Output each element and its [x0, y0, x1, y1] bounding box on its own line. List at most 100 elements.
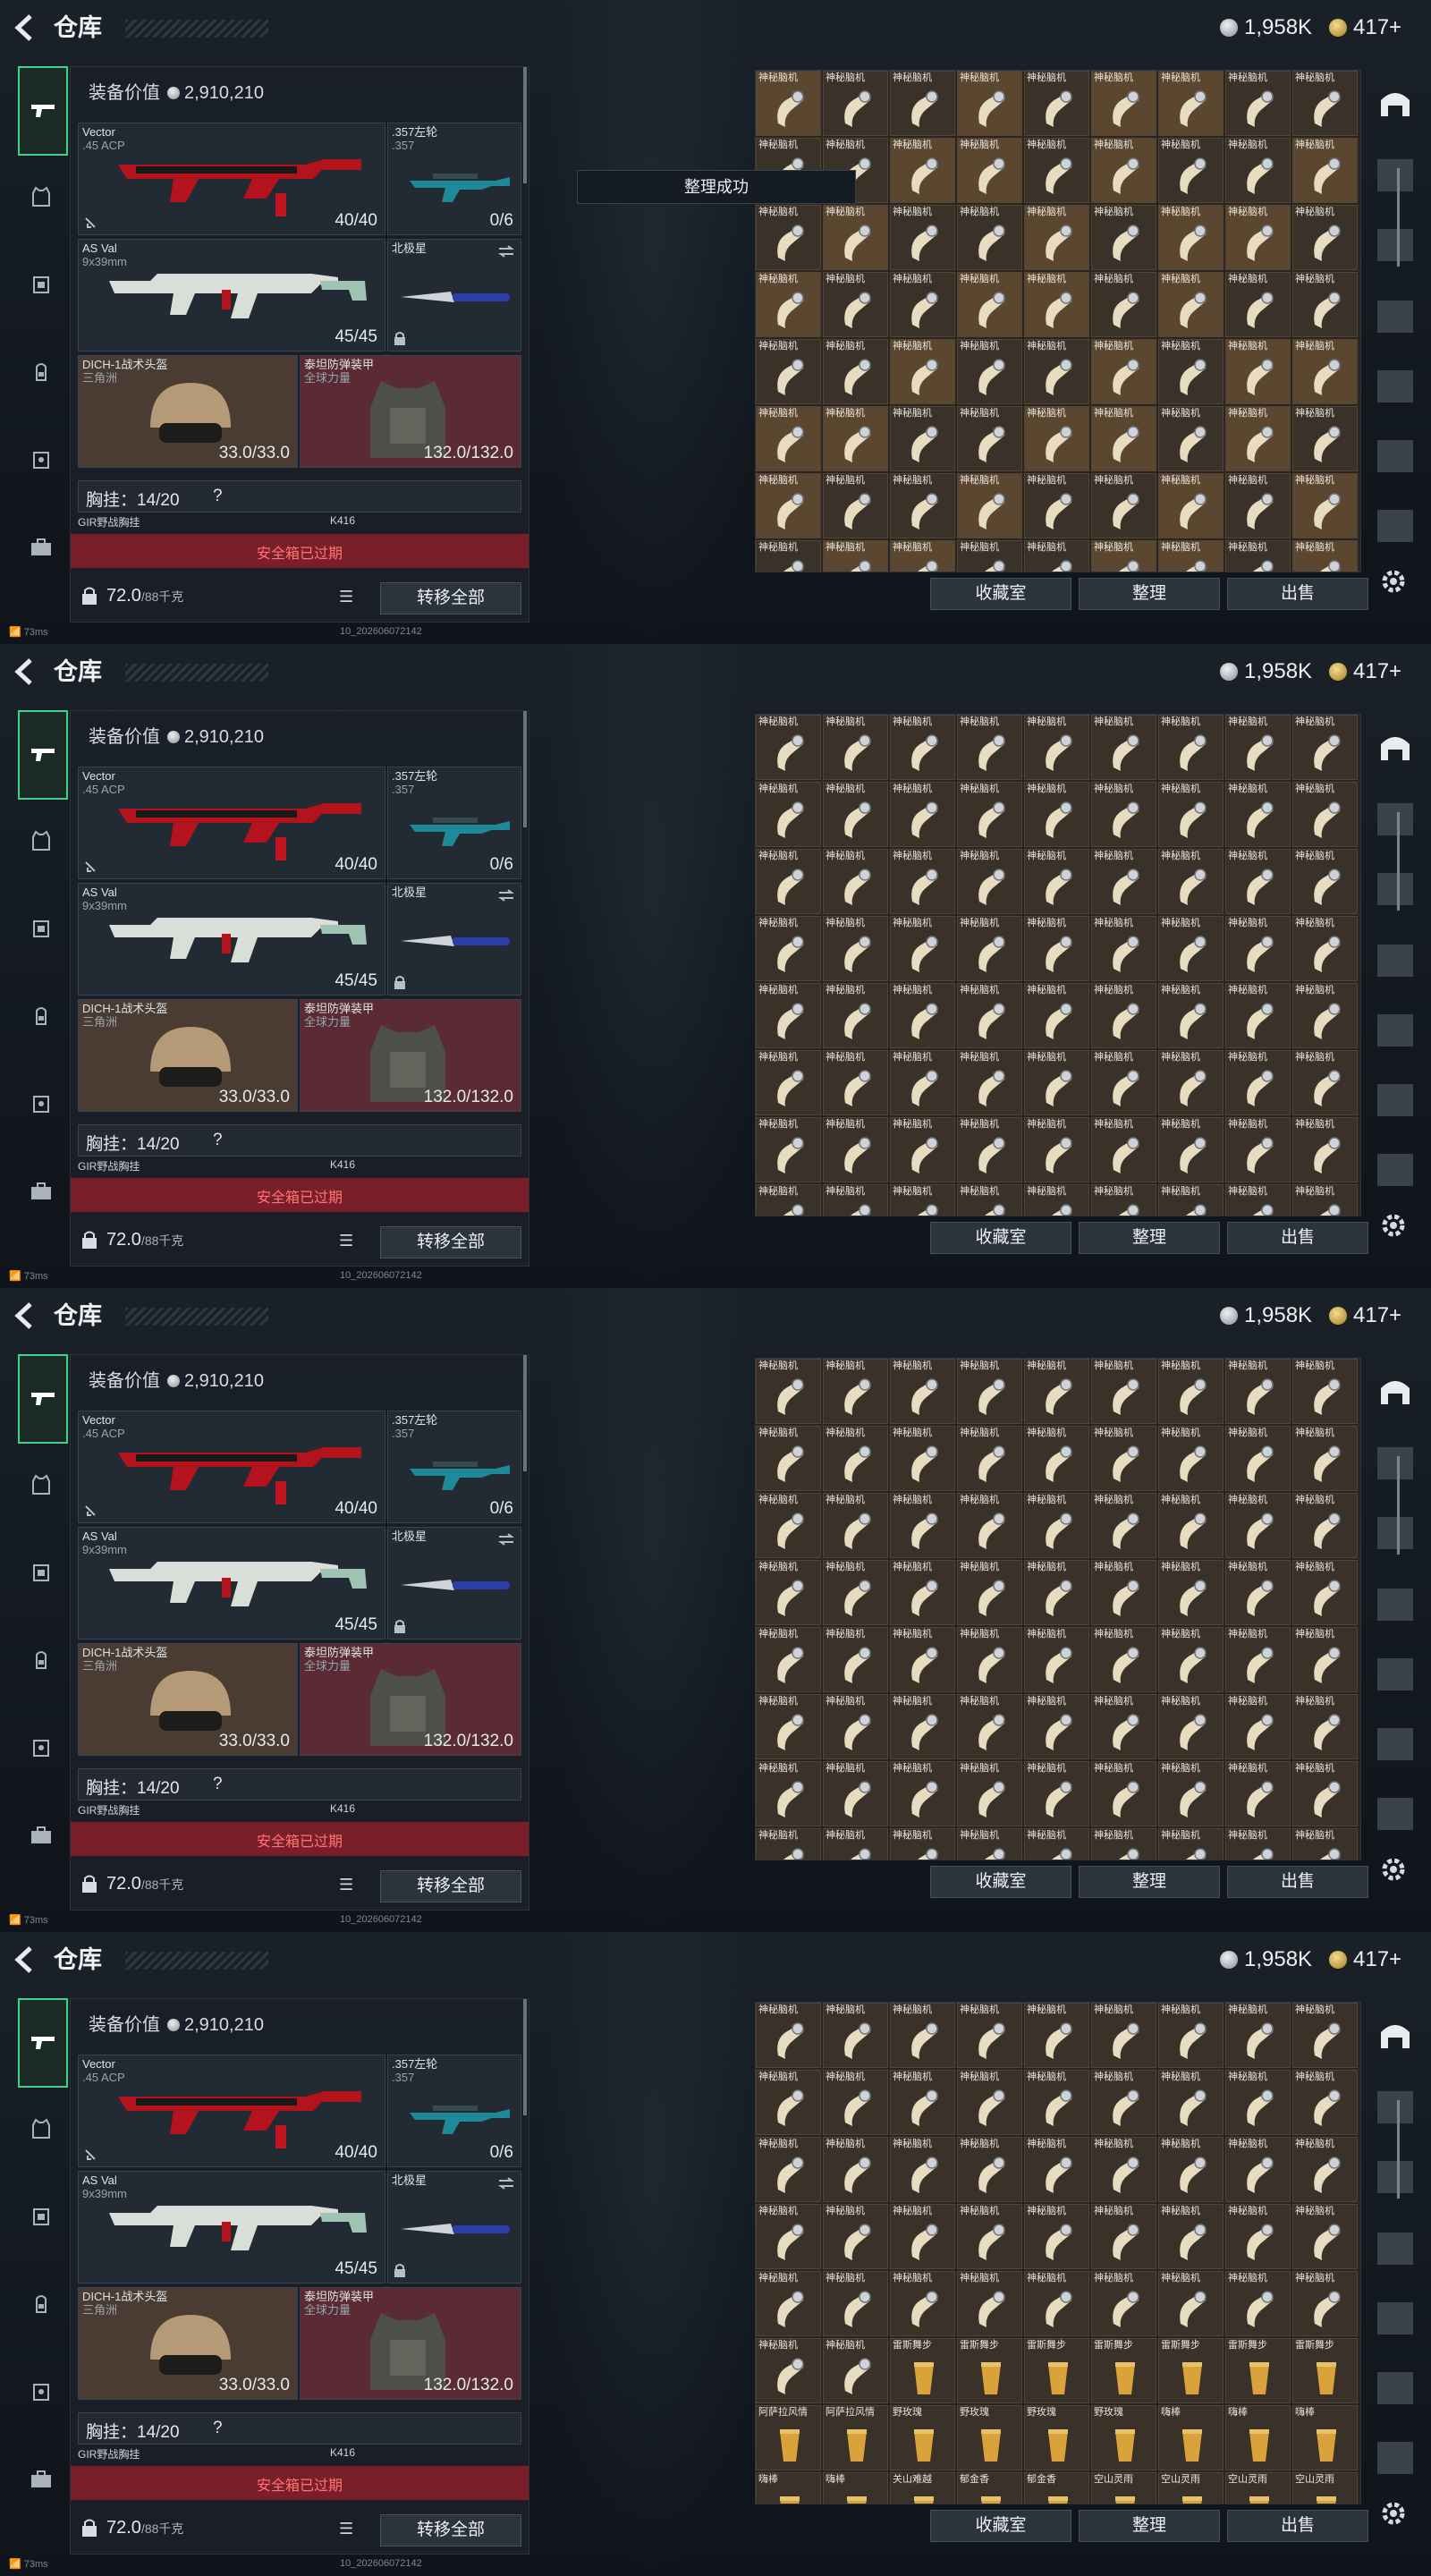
inventory-item[interactable]: 神秘脑机	[1225, 339, 1291, 404]
inventory-item[interactable]: 神秘脑机	[1024, 2137, 1089, 2202]
tab-armor[interactable]	[18, 818, 64, 864]
inventory-item[interactable]: 神秘脑机	[756, 983, 821, 1048]
inventory-item[interactable]: 神秘脑机	[890, 849, 955, 914]
inventory-item[interactable]: 神秘脑机	[823, 1117, 888, 1182]
inventory-item[interactable]: 神秘脑机	[1225, 1828, 1291, 1860]
inventory-item[interactable]: 神秘脑机	[1225, 1694, 1291, 1759]
inventory-item[interactable]: 神秘脑机	[890, 1761, 955, 1826]
inventory-item[interactable]: 神秘脑机	[1024, 138, 1089, 203]
inventory-item[interactable]: 雷斯舞步	[1158, 2338, 1224, 2403]
inventory-item[interactable]: 神秘脑机	[1158, 473, 1224, 538]
inventory-item[interactable]: 关山难越	[890, 2472, 955, 2504]
storage-tab-icon[interactable]	[1377, 2372, 1413, 2404]
inventory-item[interactable]: 神秘脑机	[756, 473, 821, 538]
inventory-item[interactable]: 神秘脑机	[1158, 205, 1224, 270]
tab-armor[interactable]	[18, 1462, 64, 1508]
helmet-slot[interactable]: DICH-1战术头盔 三角洲 33.0/33.0	[78, 355, 298, 468]
inventory-item[interactable]: 神秘脑机	[756, 540, 821, 572]
melee-slot[interactable]: 北极星	[387, 2171, 521, 2284]
inventory-item[interactable]: 神秘脑机	[1225, 2137, 1291, 2202]
inventory-item[interactable]: 神秘脑机	[756, 339, 821, 404]
inventory-item[interactable]: 神秘脑机	[957, 1694, 1022, 1759]
tab-safebox[interactable]	[18, 436, 64, 483]
storage-tab-icon[interactable]	[1377, 2091, 1413, 2123]
help-icon[interactable]: ?	[213, 1775, 223, 1794]
inventory-item[interactable]: 神秘脑机	[1225, 1117, 1291, 1182]
tab-safebox[interactable]	[18, 1724, 64, 1771]
inventory-item[interactable]: 神秘脑机	[1091, 1426, 1156, 1491]
inventory-item[interactable]: 神秘脑机	[1024, 2003, 1089, 2068]
inventory-item[interactable]: 神秘脑机	[1158, 916, 1224, 981]
secondary-weapon-slot[interactable]: AS Val 9x39mm 45/45	[78, 1527, 385, 1640]
inventory-item[interactable]: 神秘脑机	[1158, 1493, 1224, 1558]
inventory-item[interactable]: 神秘脑机	[823, 1828, 888, 1860]
inventory-item[interactable]: 神秘脑机	[1225, 205, 1291, 270]
inventory-item[interactable]: 神秘脑机	[1292, 1050, 1358, 1115]
inventory-item[interactable]: 神秘脑机	[1091, 540, 1156, 572]
inventory-item[interactable]: 神秘脑机	[1091, 406, 1156, 471]
inventory-item[interactable]: 阿萨拉风情	[823, 2405, 888, 2470]
inventory-item[interactable]: 神秘脑机	[1091, 1359, 1156, 1424]
inventory-item[interactable]: 神秘脑机	[756, 2271, 821, 2336]
inventory-item[interactable]: 神秘脑机	[890, 1627, 955, 1692]
inventory-item[interactable]: 神秘脑机	[1091, 782, 1156, 847]
transfer-all-button[interactable]: 转移全部	[380, 582, 521, 614]
inventory-item[interactable]: 神秘脑机	[756, 1828, 821, 1860]
inventory-item[interactable]: 神秘脑机	[1158, 1050, 1224, 1115]
back-arrow-icon[interactable]	[13, 1945, 39, 1975]
storage-tab-icon[interactable]	[1377, 2302, 1413, 2334]
inventory-item[interactable]: 神秘脑机	[756, 782, 821, 847]
sell-button[interactable]: 出售	[1227, 1222, 1368, 1254]
inventory-item[interactable]: 神秘脑机	[1091, 339, 1156, 404]
inventory-item[interactable]: 神秘脑机	[1158, 2271, 1224, 2336]
side-scrollbar[interactable]	[1397, 2100, 1400, 2199]
inventory-item[interactable]: 神秘脑机	[823, 540, 888, 572]
inventory-item[interactable]: 神秘脑机	[1225, 71, 1291, 136]
inventory-item[interactable]: 神秘脑机	[1225, 715, 1291, 780]
inventory-item[interactable]: 神秘脑机	[1024, 272, 1089, 337]
inventory-item[interactable]: 神秘脑机	[957, 1828, 1022, 1860]
transfer-all-button[interactable]: 转移全部	[380, 2514, 521, 2546]
storage-tab-icon[interactable]	[1377, 1517, 1413, 1549]
inventory-item[interactable]: 神秘脑机	[1292, 540, 1358, 572]
warehouse-grid[interactable]: 神秘脑机 神秘脑机 神秘脑机 神秘脑机 神秘脑机 神秘脑机 神秘脑机 神秘脑机 神秘脑机 神秘脑机…	[755, 714, 1361, 1216]
inventory-item[interactable]: 神秘脑机	[1091, 1761, 1156, 1826]
inventory-item[interactable]: 嗨棒	[823, 2472, 888, 2504]
inventory-item[interactable]: 神秘脑机	[957, 1493, 1022, 1558]
inventory-item[interactable]: 神秘脑机	[1091, 205, 1156, 270]
inventory-item[interactable]: 神秘脑机	[1024, 1184, 1089, 1216]
transfer-all-button[interactable]: 转移全部	[380, 1226, 521, 1258]
inventory-item[interactable]: 神秘脑机	[957, 1050, 1022, 1115]
inventory-item[interactable]: 神秘脑机	[890, 2271, 955, 2336]
safebox-expired-banner[interactable]: 安全箱已过期	[71, 2466, 529, 2500]
armor-slot[interactable]: 泰坦防弹装甲 全球力量 132.0/132.0	[300, 1643, 521, 1756]
inventory-item[interactable]: 神秘脑机	[957, 1627, 1022, 1692]
swap-icon[interactable]	[497, 2177, 515, 2190]
inventory-item[interactable]: 神秘脑机	[890, 406, 955, 471]
collection-room-button[interactable]: 收藏室	[930, 1866, 1071, 1898]
inventory-item[interactable]: 神秘脑机	[1292, 1184, 1358, 1216]
inventory-item[interactable]: 神秘脑机	[1225, 1560, 1291, 1625]
inventory-item[interactable]: 神秘脑机	[756, 2137, 821, 2202]
inventory-item[interactable]: 神秘脑机	[1091, 1828, 1156, 1860]
tab-case[interactable]	[18, 1168, 64, 1215]
inventory-item[interactable]: 神秘脑机	[1158, 2070, 1224, 2135]
inventory-item[interactable]: 神秘脑机	[1091, 715, 1156, 780]
inventory-item[interactable]: 神秘脑机	[1158, 272, 1224, 337]
inventory-item[interactable]: 神秘脑机	[1158, 138, 1224, 203]
inventory-item[interactable]: 嗨棒	[1225, 2405, 1291, 2470]
inventory-item[interactable]: 神秘脑机	[756, 1359, 821, 1424]
inventory-item[interactable]: 神秘脑机	[1091, 272, 1156, 337]
inventory-item[interactable]: 神秘脑机	[1225, 1050, 1291, 1115]
inventory-item[interactable]: 神秘脑机	[1091, 849, 1156, 914]
inventory-item[interactable]: 神秘脑机	[957, 1426, 1022, 1491]
settings-gear-icon[interactable]	[1377, 1209, 1410, 1241]
tab-case[interactable]	[18, 2456, 64, 2503]
help-icon[interactable]: ?	[213, 487, 223, 506]
chest-rig-bar[interactable]: 胸挂：14/20 ?	[78, 480, 521, 513]
primary-weapon-slot[interactable]: Vector .45 ACP 40/40	[78, 2055, 385, 2167]
inventory-item[interactable]: 神秘脑机	[890, 2204, 955, 2269]
inventory-item[interactable]: 神秘脑机	[1292, 1627, 1358, 1692]
inventory-item[interactable]: 神秘脑机	[1091, 2070, 1156, 2135]
inventory-item[interactable]: 神秘脑机	[1024, 406, 1089, 471]
